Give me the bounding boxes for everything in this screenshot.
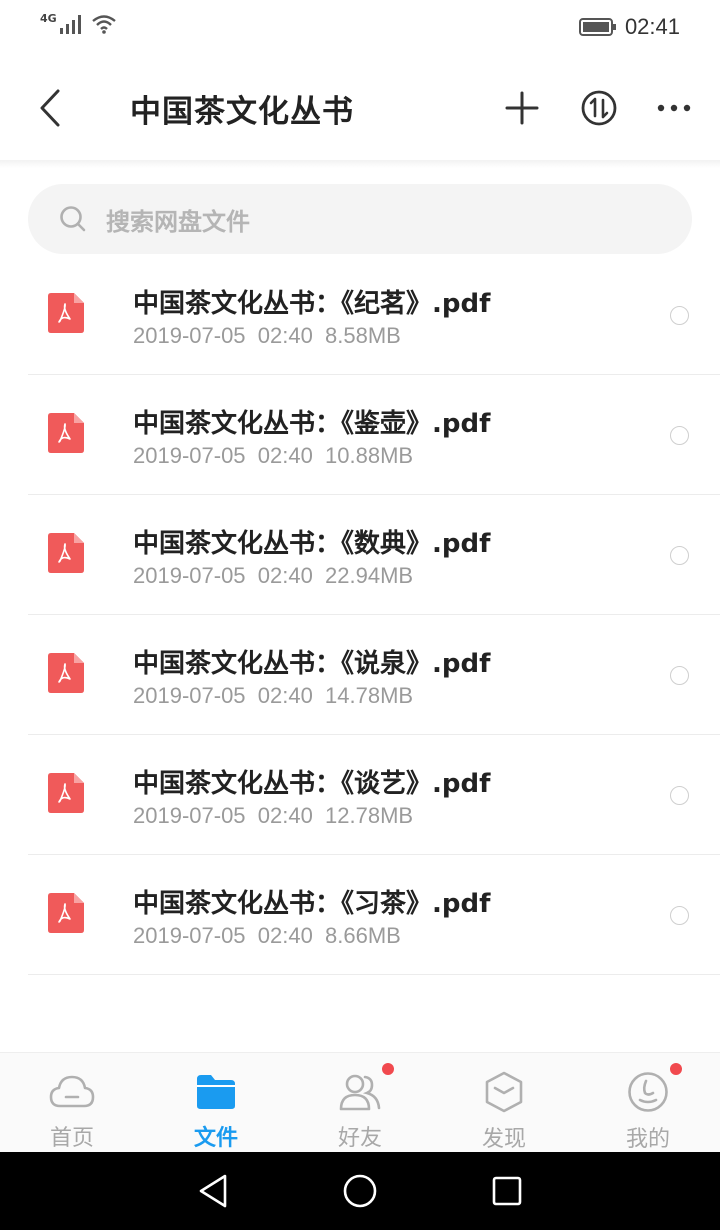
search-icon [58, 204, 88, 234]
signal-icon [59, 15, 81, 34]
profile-icon [624, 1063, 682, 1113]
select-checkbox[interactable] [670, 906, 689, 925]
file-name: 中国茶文化丛书：《数典》.pdf [133, 529, 491, 559]
file-name: 中国茶文化丛书：《说泉》.pdf [133, 649, 491, 679]
tab-discover[interactable]: 发现 [432, 1053, 576, 1152]
file-name: 中国茶文化丛书：《谈艺》.pdf [133, 769, 491, 799]
row-divider [28, 974, 720, 975]
discover-icon [480, 1071, 528, 1113]
file-meta: 2019-07-05 02:40 14.78MB [133, 683, 414, 708]
search-placeholder: 搜索网盘文件 [106, 207, 250, 236]
tab-files[interactable]: 文件 [144, 1053, 288, 1152]
select-checkbox[interactable] [670, 786, 689, 805]
file-meta: 2019-07-05 02:40 22.94MB [133, 563, 414, 588]
header: 中国茶文化丛书 [0, 56, 720, 162]
pdf-file-icon [48, 653, 84, 693]
transfer-button[interactable] [575, 84, 623, 132]
page-title: 中国茶文化丛书 [130, 94, 354, 130]
file-name: 中国茶文化丛书：《鉴壶》.pdf [133, 409, 491, 439]
tab-label: 好友 [337, 1126, 382, 1151]
file-name: 中国茶文化丛书：《纪茗》.pdf [133, 289, 491, 319]
tab-label: 我的 [625, 1127, 670, 1152]
file-name: 中国茶文化丛书：《习茶》.pdf [133, 889, 491, 919]
wifi-icon [91, 15, 116, 34]
tab-label: 发现 [481, 1127, 526, 1152]
folder-icon [192, 1071, 240, 1112]
file-row[interactable]: 中国茶文化丛书：《习茶》.pdf 2019-07-05 02:40 8.66MB [0, 855, 720, 975]
file-row[interactable]: 中国茶文化丛书：《纪茗》.pdf 2019-07-05 02:40 8.58MB [0, 255, 720, 375]
tab-home[interactable]: 首页 [0, 1053, 144, 1152]
file-list: 中国茶文化丛书：《纪茗》.pdf 2019-07-05 02:40 8.58MB… [0, 255, 720, 975]
pdf-file-icon [48, 893, 84, 933]
transfer-icon [581, 90, 617, 126]
battery-icon [578, 18, 616, 36]
file-meta: 2019-07-05 02:40 8.58MB [133, 323, 401, 348]
nav-back-button[interactable] [189, 1167, 237, 1215]
network-label: 4G [40, 11, 57, 25]
search-bar[interactable]: 搜索网盘文件 [28, 184, 692, 254]
tab-me[interactable]: 我的 [576, 1053, 720, 1152]
file-row[interactable]: 中国茶文化丛书：《鉴壶》.pdf 2019-07-05 02:40 10.88M… [0, 375, 720, 495]
add-button[interactable] [498, 84, 546, 132]
friends-icon [336, 1063, 394, 1112]
nav-recents-button[interactable] [483, 1167, 531, 1215]
nav-home-button[interactable] [336, 1167, 384, 1215]
status-left: 4G [40, 11, 117, 34]
more-icon [657, 104, 691, 112]
pdf-file-icon [48, 533, 84, 573]
cloud-icon [48, 1071, 96, 1112]
file-meta: 2019-07-05 02:40 12.78MB [133, 803, 414, 828]
bottom-tab-bar: 首页 文件 好友 发现 我的 [0, 1052, 720, 1152]
file-meta: 2019-07-05 02:40 8.66MB [133, 923, 401, 948]
tab-friends[interactable]: 好友 [288, 1053, 432, 1152]
square-recents-icon [492, 1176, 521, 1206]
triangle-back-icon [200, 1174, 227, 1208]
file-row[interactable]: 中国茶文化丛书：《数典》.pdf 2019-07-05 02:40 22.94M… [0, 495, 720, 615]
status-bar: 4G 02:41 [0, 0, 720, 56]
pdf-file-icon [48, 293, 84, 333]
pdf-file-icon [48, 413, 84, 453]
pdf-file-icon [48, 773, 84, 813]
system-navigation-bar [0, 1152, 720, 1230]
file-row[interactable]: 中国茶文化丛书：《说泉》.pdf 2019-07-05 02:40 14.78M… [0, 615, 720, 735]
plus-icon [505, 91, 539, 125]
more-button[interactable] [650, 84, 698, 132]
select-checkbox[interactable] [670, 666, 689, 685]
select-checkbox[interactable] [670, 546, 689, 565]
circle-home-icon [343, 1174, 377, 1208]
tab-label: 首页 [49, 1126, 94, 1151]
chevron-left-icon [40, 89, 60, 127]
notification-dot [670, 1063, 682, 1075]
notification-dot [382, 1063, 394, 1075]
header-divider [0, 160, 720, 168]
file-meta: 2019-07-05 02:40 10.88MB [133, 443, 414, 468]
tab-label: 文件 [193, 1126, 238, 1151]
back-button[interactable] [30, 82, 70, 134]
status-right: 02:41 [578, 14, 680, 40]
select-checkbox[interactable] [670, 306, 689, 325]
select-checkbox[interactable] [670, 426, 689, 445]
file-row[interactable]: 中国茶文化丛书：《谈艺》.pdf 2019-07-05 02:40 12.78M… [0, 735, 720, 855]
status-time: 02:41 [624, 14, 680, 39]
